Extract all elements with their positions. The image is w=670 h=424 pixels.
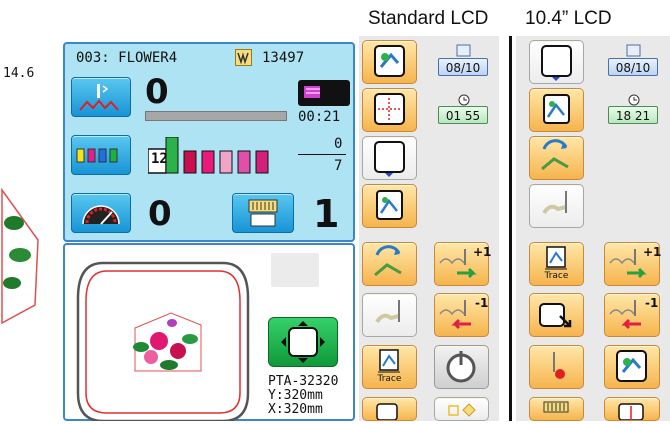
needle-down-icon	[375, 300, 400, 324]
counter-b-large-icon	[626, 92, 642, 111]
speed-value: 0	[148, 194, 172, 234]
rotate-icon	[541, 139, 569, 171]
design-view-icon	[543, 94, 570, 124]
design-select-button[interactable]	[362, 40, 417, 84]
frame-back-icon	[376, 403, 398, 421]
step-forward-label: +1	[473, 245, 492, 259]
step-forward-label-large: +1	[643, 245, 662, 259]
trace-icon	[545, 246, 567, 270]
current-stitch: 0	[145, 72, 169, 112]
laser-pointer-button[interactable]	[529, 345, 584, 389]
needle-bar-icon	[248, 199, 278, 227]
color-sequence-button[interactable]	[71, 135, 131, 175]
speed-button[interactable]	[71, 193, 131, 233]
frame-back-button[interactable]	[362, 397, 417, 421]
frame-center-icon	[374, 93, 405, 125]
design-view-button-large[interactable]	[529, 88, 584, 132]
step-back-button[interactable]: -1	[434, 293, 489, 337]
color-step: 12	[151, 151, 168, 167]
trace-label: Trace	[377, 374, 402, 384]
color-progress-top: 0	[334, 136, 343, 152]
rotate-icon	[374, 245, 402, 277]
trace-button[interactable]: Trace	[362, 345, 417, 389]
step-forward-button-large[interactable]: +1	[604, 242, 662, 286]
power-button[interactable]	[434, 345, 489, 389]
needle-bar-icon	[543, 401, 569, 413]
trace-label-large: Trace	[544, 271, 569, 281]
frame-move-button[interactable]	[268, 317, 338, 367]
trace-icon	[378, 349, 400, 373]
column-divider	[509, 36, 512, 421]
stitch-forward-button[interactable]	[71, 77, 131, 117]
needle-down-button[interactable]	[362, 293, 417, 337]
needle-color-bar	[148, 137, 269, 174]
design-view-button[interactable]	[362, 184, 417, 228]
shape-icon	[448, 403, 476, 417]
hoop-preview	[76, 261, 250, 421]
step-back-button-large[interactable]: -1	[604, 293, 660, 337]
hoop-name: PTA-32320	[268, 374, 339, 389]
frame-center-icon	[618, 403, 644, 421]
large-lcd-header: 10.4” LCD	[525, 8, 612, 29]
thread-trim-indicator	[298, 80, 350, 106]
design-icon	[616, 350, 647, 382]
frame-origin-icon	[541, 45, 572, 81]
design-icon	[374, 45, 405, 77]
needle-icon	[79, 84, 119, 111]
rotate-design-button-large[interactable]	[529, 136, 584, 180]
power-icon	[446, 351, 476, 383]
trace-button-large[interactable]: Trace	[529, 242, 584, 286]
shape-button[interactable]	[434, 397, 489, 421]
frame-center-button-large[interactable]	[604, 397, 660, 421]
hoop-x-size: X:320mm	[268, 402, 323, 417]
needle-down-icon	[542, 191, 567, 215]
stitch-count: 13497	[262, 50, 305, 66]
design-name: 003: FLOWER4	[76, 50, 178, 66]
frame-origin-icon	[374, 141, 405, 177]
elapsed-time: 00:21	[298, 109, 341, 125]
frame-back-icon	[539, 303, 572, 328]
standard-lcd-header: Standard LCD	[368, 8, 489, 29]
frame-origin-button[interactable]	[362, 136, 417, 180]
frame-back-button-large[interactable]	[529, 293, 584, 337]
needle-down-button-large[interactable]	[529, 184, 584, 228]
thread-spool-icon	[76, 148, 118, 163]
counter-a-large-icon	[626, 43, 642, 62]
needle-select-button[interactable]	[232, 193, 294, 233]
preview-placeholder	[271, 253, 319, 287]
speedometer-icon	[82, 205, 120, 225]
left-edge-value: 14.6	[3, 66, 35, 81]
needle-number: 1	[313, 192, 340, 236]
counter-b-icon	[456, 92, 472, 111]
color-progress-bottom: 7	[334, 158, 343, 174]
step-back-label: -1	[475, 296, 489, 310]
design-view-icon	[376, 190, 403, 220]
counter-a-icon	[456, 43, 472, 62]
frame-origin-button-large[interactable]	[529, 40, 584, 84]
stitch-count-icon	[235, 49, 252, 66]
step-back-label-large: -1	[645, 296, 659, 310]
frame-center-button[interactable]	[362, 88, 417, 132]
progress-divider	[298, 154, 346, 155]
progress-bar	[145, 111, 287, 121]
needle-select-button-large[interactable]	[529, 397, 584, 421]
frame-move-icon	[281, 321, 325, 363]
embroidery-preview-fragment	[1, 187, 39, 325]
rotate-design-button[interactable]	[362, 242, 417, 286]
laser-pointer-icon	[553, 352, 565, 379]
design-select-button-large[interactable]	[604, 345, 660, 389]
step-forward-button[interactable]: +1	[434, 242, 492, 286]
hoop-y-size: Y:320mm	[268, 388, 323, 403]
